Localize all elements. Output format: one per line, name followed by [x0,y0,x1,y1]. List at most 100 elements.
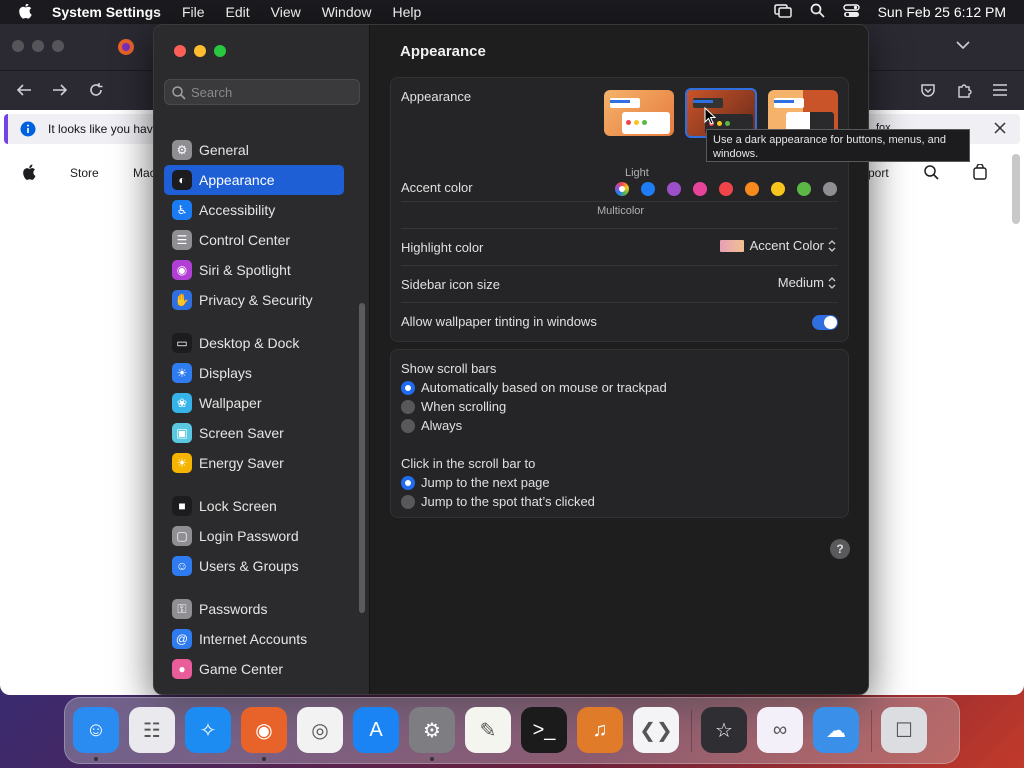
sidebar-item-desktop-and-dock[interactable]: ▭ Desktop & Dock [164,328,360,358]
sidebar-item-label: Users & Groups [199,558,299,574]
sidebar-item-privacy-and-security[interactable]: ✋ Privacy & Security [164,285,360,315]
sidebar-item-login-password[interactable]: ▢ Login Password [164,521,360,551]
visual-studio-dock-icon[interactable]: ∞ [757,707,803,753]
sidebar-scrollbar[interactable] [359,303,365,613]
highlight-color-popup[interactable]: Accent Color [719,238,836,253]
menu-window[interactable]: Window [322,4,372,20]
sidebar-item-wallpaper[interactable]: ❀ Wallpaper [164,388,360,418]
spotlight-search-icon[interactable] [810,3,825,21]
sidebar-item-screen-saver[interactable]: ▣ Screen Saver [164,418,360,448]
menu-help[interactable]: Help [393,4,422,20]
browser-traffic-lights-icon [12,40,68,55]
sidebar-item-accessibility[interactable]: ♿ Accessibility [164,195,360,225]
menu-clock[interactable]: Sun Feb 25 6:12 PM [878,4,1006,20]
accent-swatch-3[interactable] [693,182,707,196]
control-center-icon[interactable] [842,3,860,21]
scroll-bars-when-scrolling-radio[interactable] [401,400,415,414]
scroll-bars-card: Show scroll bars Automatically based on … [390,349,849,518]
firefox-tab-icon[interactable] [117,38,135,59]
sidebar-item-general[interactable]: ⚙ General [164,135,360,165]
appearance-settings-card: Appearance Light Accent color Multicolor… [390,77,849,342]
appearance-pane: Appearance Appearance Light Accent color… [370,25,868,694]
back-arrow-icon[interactable] [16,83,32,100]
sidebar-item-energy-saver[interactable]: ☀ Energy Saver [164,448,360,478]
safari-dock-icon[interactable]: ✧ [185,707,231,753]
close-notice-icon[interactable] [994,122,1006,137]
sidebar-item-label: Game Center [199,661,284,677]
accent-swatch-5[interactable] [745,182,759,196]
sidebar-item-game-center[interactable]: ● Game Center [164,654,360,684]
apple-menu-icon[interactable] [18,4,34,20]
dock: ☺ ☷ ✧ ◉ ◎ A ⚙ ✎ >_ ♫ ❮❯ ☆ ∞ ☁ ☐ [64,697,960,764]
appearance-light-option[interactable] [604,90,674,136]
sidebar-item-siri-and-spotlight[interactable]: ◉ Siri & Spotlight [164,255,360,285]
shopping-bag-icon[interactable] [973,163,987,183]
search-input[interactable] [191,83,351,101]
reload-icon[interactable] [88,82,104,101]
sidebar-item-label: Displays [199,365,252,381]
menu-app-name[interactable]: System Settings [52,4,161,20]
vscode-dock-icon[interactable]: ❮❯ [633,707,679,753]
click-spot-radio[interactable] [401,495,415,509]
sidebar-item-internet-accounts[interactable]: @ Internet Accounts [164,624,360,654]
trash-dock-icon[interactable]: ☐ [881,707,927,753]
divider [401,201,838,202]
accent-swatch-1[interactable] [641,182,655,196]
extensions-icon[interactable] [956,82,972,101]
sidebar-item-lock-screen[interactable]: ■ Lock Screen [164,491,360,521]
finder-dock-icon[interactable]: ☺ [73,707,119,753]
system-settings-dock-icon[interactable]: ⚙ [409,707,455,753]
accent-swatch-2[interactable] [667,182,681,196]
pocket-icon[interactable] [920,82,936,101]
minimize-window-button[interactable] [194,45,206,57]
terminal-dock-icon[interactable]: >_ [521,707,567,753]
sidebar-item-passwords[interactable]: ⚿ Passwords [164,594,360,624]
dock-separator [871,710,872,752]
forward-arrow-icon[interactable] [52,83,68,100]
screen-mirroring-icon[interactable] [773,3,792,21]
scroll-bars-auto-radio[interactable] [401,381,415,395]
alfred-dock-icon[interactable]: ☆ [701,707,747,753]
accent-swatch-6[interactable] [771,182,785,196]
wallpaper-tinting-toggle[interactable] [812,315,838,330]
settings-sidebar: ⚙ General ◐ Appearance ♿ Accessibility ☰ Contro… [154,25,370,694]
close-window-button[interactable] [174,45,186,57]
weather-dock-icon[interactable]: ☁ [813,707,859,753]
accent-swatch-multicolor[interactable] [615,182,629,196]
garageband-dock-icon[interactable]: ♫ [577,707,623,753]
menu-bar: System Settings File Edit View Window He… [0,0,1024,24]
sidebar-item-displays[interactable]: ☀ Displays [164,358,360,388]
textedit-dock-icon[interactable]: ✎ [465,707,511,753]
menu-file[interactable]: File [182,4,205,20]
siri-and-spotlight-icon: ◉ [172,260,192,280]
sidebar-item-users-and-groups[interactable]: ☺ Users & Groups [164,551,360,581]
help-button[interactable]: ? [830,539,850,559]
scroll-bars-always-radio[interactable] [401,419,415,433]
launchpad-dock-icon[interactable]: ☷ [129,707,175,753]
apple-logo-icon[interactable] [22,164,36,183]
accent-swatch-4[interactable] [719,182,733,196]
click-next-page-radio[interactable] [401,476,415,490]
browser-scrollbar[interactable] [1012,154,1020,224]
scroll-bars-always-label: Always [421,418,463,433]
menu-edit[interactable]: Edit [226,4,250,20]
sidebar-item-label: Desktop & Dock [199,335,300,351]
tab-list-chevron-icon[interactable] [956,38,970,53]
chrome-dock-icon[interactable]: ◎ [297,707,343,753]
sidebar-icon-size-popup[interactable]: Medium [778,275,836,290]
sidebar-item-appearance[interactable]: ◐ Appearance [164,165,344,195]
site-search-icon[interactable] [924,165,939,183]
app-store-dock-icon[interactable]: A [353,707,399,753]
sidebar-item-control-center[interactable]: ☰ Control Center [164,225,360,255]
site-nav-store[interactable]: Store [70,166,99,180]
click-spot-label: Jump to the spot that’s clicked [421,494,595,509]
accent-swatch-8[interactable] [823,182,837,196]
accent-swatch-7[interactable] [797,182,811,196]
menu-view[interactable]: View [271,4,301,20]
hamburger-menu-icon[interactable] [992,83,1008,100]
site-nav-support[interactable]: port [868,166,889,180]
zoom-window-button[interactable] [214,45,226,57]
firefox-dock-icon[interactable]: ◉ [241,707,287,753]
